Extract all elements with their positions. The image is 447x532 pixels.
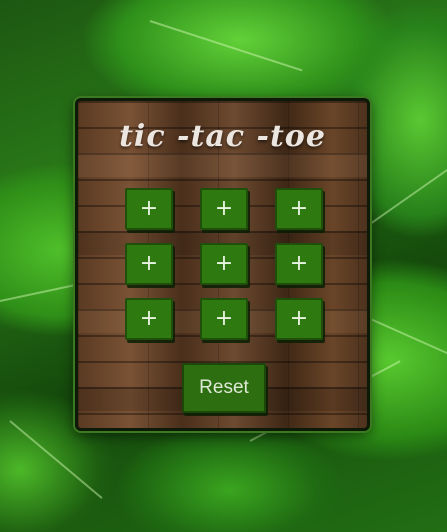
board-cell-9[interactable]: + — [275, 298, 323, 340]
board-cell-3[interactable]: + — [275, 188, 323, 230]
wood-plank — [78, 153, 367, 177]
leaf-vein — [359, 167, 447, 232]
board-cell-4[interactable]: + — [125, 243, 173, 285]
game-panel: tic -tac -toe + + + + + + + + + Reset — [75, 98, 370, 431]
reset-button[interactable]: Reset — [182, 363, 266, 413]
game-title: tic -tac -toe — [119, 119, 326, 154]
board-cell-8[interactable]: + — [200, 298, 248, 340]
board-cell-1[interactable]: + — [125, 188, 173, 230]
board-cell-2[interactable]: + — [200, 188, 248, 230]
leaf-vein — [9, 420, 103, 499]
board-cell-7[interactable]: + — [125, 298, 173, 340]
game-board: + + + + + + + + + — [123, 186, 323, 346]
board-cell-5[interactable]: + — [200, 243, 248, 285]
leaf-vein — [149, 20, 303, 72]
board-cell-6[interactable]: + — [275, 243, 323, 285]
